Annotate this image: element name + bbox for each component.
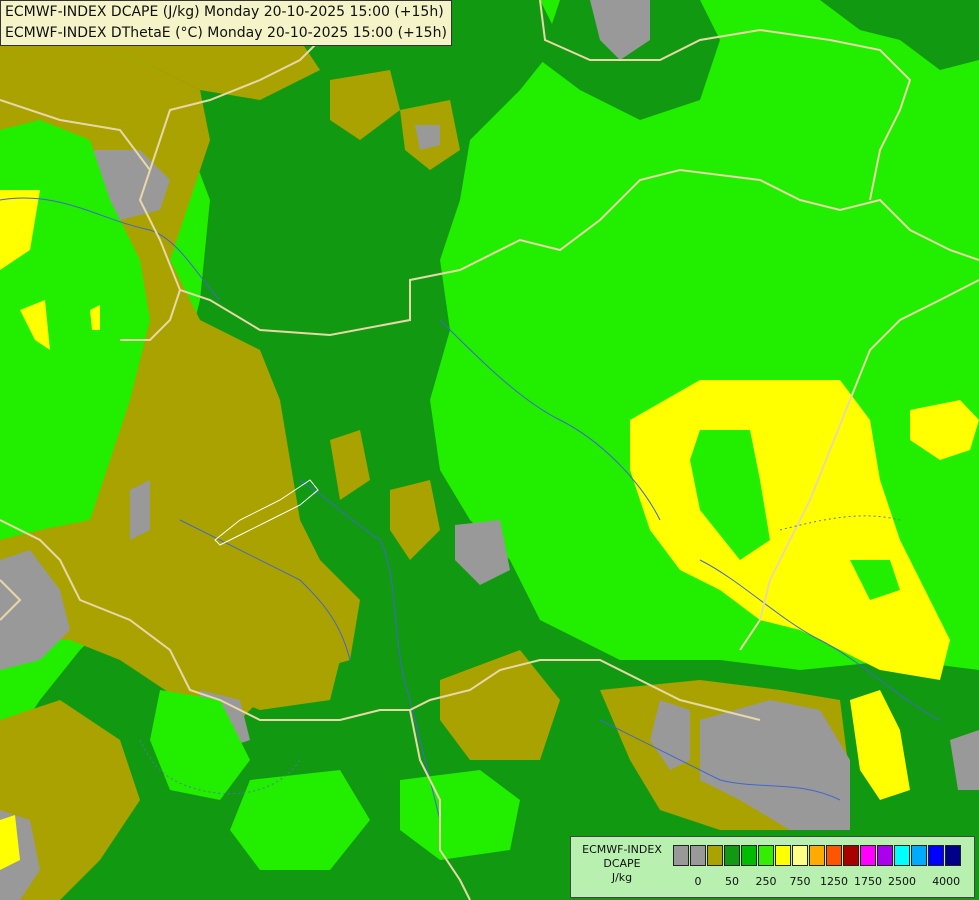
legend-tick-label: 750 xyxy=(789,875,811,888)
legend-tick-label: 50 xyxy=(725,875,739,888)
legend-swatch xyxy=(758,845,774,866)
legend-swatch xyxy=(877,845,893,866)
title-dthetae: ECMWF-INDEX DThetaE (°C) Monday 20-10-20… xyxy=(5,25,447,41)
legend-swatch xyxy=(724,845,740,866)
legend-swatch xyxy=(945,845,961,866)
legend-title: ECMWF-INDEX DCAPE J/kg xyxy=(573,843,671,885)
legend-unit: J/kg xyxy=(611,871,633,884)
legend-ticks: 0 50 250 750 1250 1750 2500 4000 xyxy=(673,875,973,889)
dcape-map xyxy=(0,0,979,900)
legend-swatches xyxy=(673,845,962,866)
legend-swatch xyxy=(741,845,757,866)
legend-tick-label: 2500 xyxy=(888,875,916,888)
legend-tick-label: 250 xyxy=(755,875,777,888)
legend-swatch xyxy=(843,845,859,866)
legend-swatch xyxy=(911,845,927,866)
legend-tick-label: 1250 xyxy=(820,875,848,888)
legend-swatch xyxy=(707,845,723,866)
title-dcape: ECMWF-INDEX DCAPE (J/kg) Monday 20-10-20… xyxy=(5,4,444,20)
grey-west-2 xyxy=(130,480,150,540)
legend-swatch xyxy=(928,845,944,866)
legend-swatch xyxy=(775,845,791,866)
legend-title-line1: ECMWF-INDEX xyxy=(582,843,662,856)
legend-tick-label: 0 xyxy=(694,875,702,888)
legend-swatch xyxy=(894,845,910,866)
legend-tick-label: 1750 xyxy=(854,875,882,888)
legend-title-line2: DCAPE xyxy=(603,857,641,870)
legend-swatch xyxy=(826,845,842,866)
legend-tick-label: 4000 xyxy=(932,875,961,888)
legend-swatch xyxy=(809,845,825,866)
legend-swatch xyxy=(690,845,706,866)
legend-swatch xyxy=(673,845,689,866)
color-legend: ECMWF-INDEX DCAPE J/kg 0 50 250 750 1250 1750… xyxy=(570,836,975,898)
legend-swatch xyxy=(860,845,876,866)
legend-swatch xyxy=(792,845,808,866)
map-title-box: ECMWF-INDEX DCAPE (J/kg) Monday 20-10-20… xyxy=(0,0,452,46)
